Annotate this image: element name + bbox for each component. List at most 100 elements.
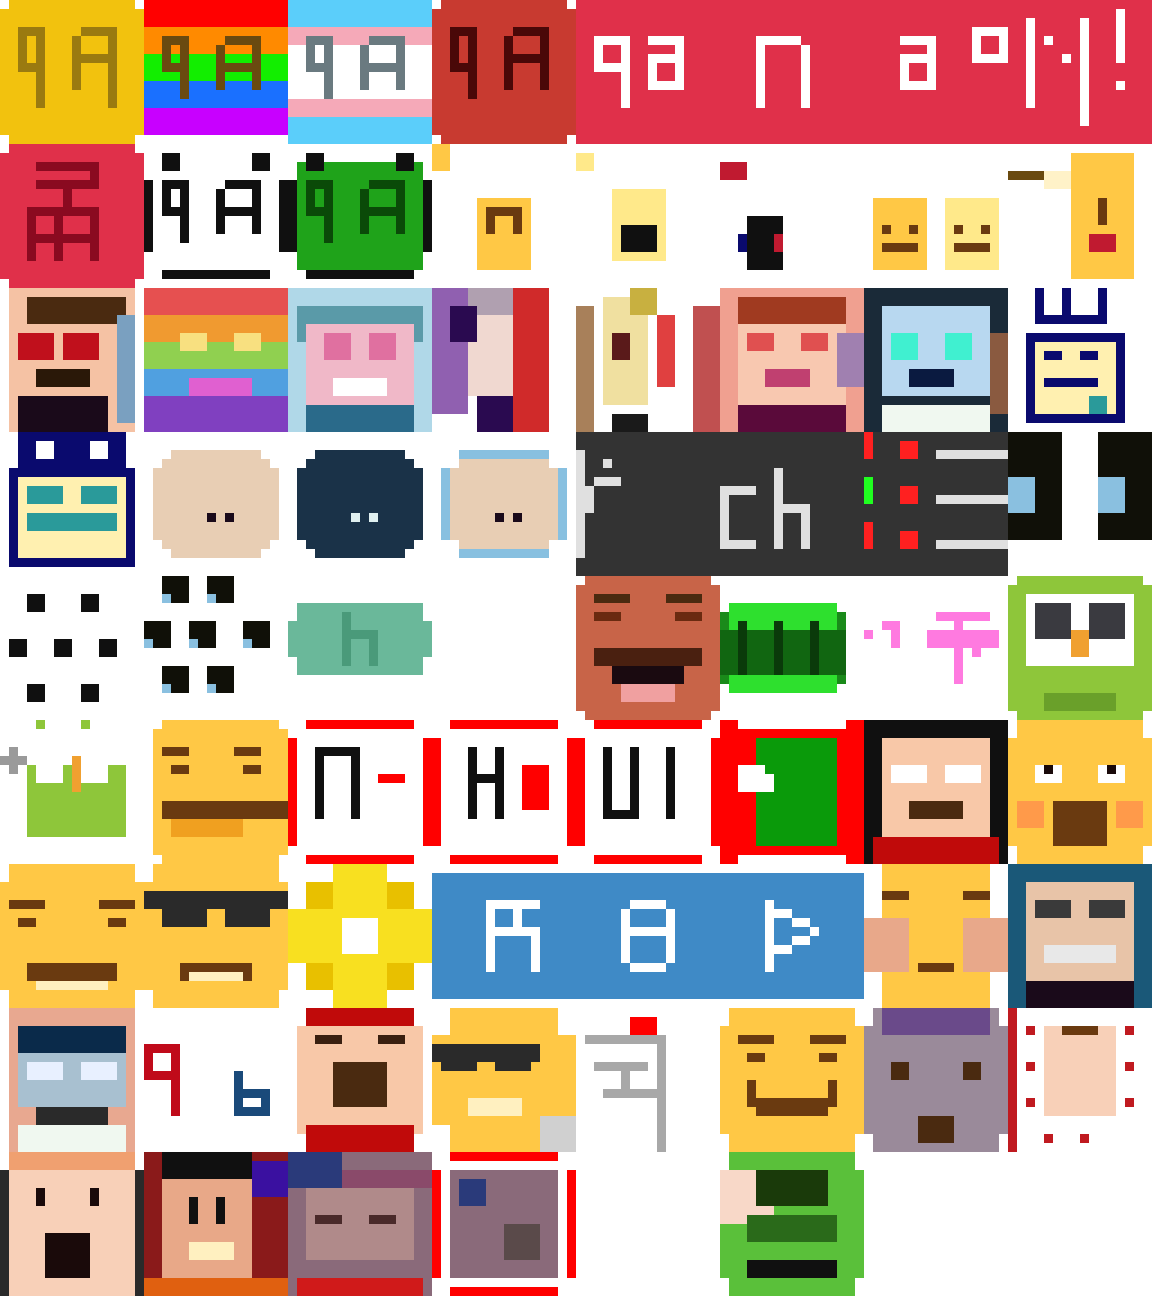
emote-beige-blob-blue[interactable] (432, 432, 576, 576)
emote-glasses-man[interactable] (1008, 864, 1152, 1008)
emote-purple-hair[interactable] (288, 1152, 432, 1296)
navy-ghost-icon (1026, 288, 1125, 423)
emote-cool[interactable] (432, 1008, 576, 1152)
yelling-face-icon (297, 1008, 423, 1152)
emote-glasses-man-2[interactable] (0, 1008, 144, 1152)
emote-red-banner-2[interactable] (432, 720, 576, 864)
shrug-face-icon (864, 864, 1008, 1008)
rainbow-face-icon (144, 288, 288, 432)
red-outline-icon (432, 720, 576, 864)
emote-angry[interactable] (0, 864, 144, 1008)
emote-red-symbol[interactable] (0, 144, 144, 288)
purple-face-icon (432, 288, 576, 432)
emote-rainbow-face[interactable] (144, 288, 288, 432)
shocked-face-icon (1008, 720, 1152, 864)
emote-dark-face[interactable] (864, 288, 1008, 432)
hair-face-icon (864, 720, 1008, 864)
blank-icon (864, 1152, 1008, 1296)
red-banner-icon (576, 0, 1152, 144)
owl-small-icon (0, 720, 126, 837)
emote-gradient-rainbow[interactable] (144, 0, 288, 144)
emote-dark-man[interactable] (144, 1152, 288, 1296)
emote-gradient-darkred[interactable] (432, 0, 576, 144)
emote-beige-blob[interactable] (144, 432, 288, 576)
emote-key-face[interactable] (864, 144, 1008, 288)
emote-sparkle[interactable] (288, 864, 432, 1008)
emote-blank[interactable] (432, 576, 576, 720)
emote-blue-dots[interactable] (144, 576, 288, 720)
dots-icon (9, 594, 117, 702)
emote-chat-banner[interactable] (864, 432, 1008, 576)
ga-letters-icon (144, 1044, 270, 1116)
chat-banner-icon (576, 432, 864, 576)
emote-red-ring[interactable] (432, 1152, 576, 1296)
emote-screaming[interactable] (0, 1152, 144, 1296)
pink-sign-icon (864, 612, 999, 684)
purple-hair-icon (288, 1152, 432, 1296)
red-outline-icon (288, 720, 432, 864)
emote-gradient-gold[interactable] (0, 0, 144, 144)
emote-blank[interactable] (576, 1152, 720, 1296)
pink-face-icon (288, 288, 432, 432)
emote-banner-red[interactable] (576, 0, 1152, 144)
sparkle-icon (288, 864, 432, 1008)
ga-rainbow-icon (144, 0, 288, 135)
emote-ga-letters[interactable] (144, 1008, 288, 1152)
emote-yelling[interactable] (288, 1008, 432, 1152)
emote-checkered[interactable] (1008, 1008, 1152, 1152)
emote-panda[interactable] (144, 144, 288, 288)
grey-symbol-icon (585, 1017, 666, 1152)
emote-mixed-face[interactable] (576, 288, 720, 432)
emote-owl-small[interactable] (0, 720, 144, 864)
emote-pink-sign[interactable] (864, 576, 1008, 720)
emote-red-banner-3[interactable] (576, 720, 720, 864)
emote-smirk[interactable] (144, 720, 288, 864)
ga-darkred-circle-icon (432, 0, 576, 144)
emote-shocked[interactable] (1008, 720, 1152, 864)
emote-gradient-trans[interactable] (288, 0, 432, 144)
emote-grey-symbol[interactable] (576, 1008, 720, 1152)
emote-red-banner-1[interactable] (288, 720, 432, 864)
emote-mustache[interactable] (576, 576, 720, 720)
emote-teal-blob[interactable] (288, 576, 432, 720)
emote-sunglasses[interactable] (144, 864, 288, 1008)
glasses-man-icon (1008, 864, 1152, 1008)
emote-green-bar[interactable] (720, 576, 864, 720)
emote-peach-face[interactable] (720, 288, 864, 432)
emote-pink-face[interactable] (288, 288, 432, 432)
ga-gold-circle-icon (0, 0, 144, 144)
emote-green-ga[interactable] (288, 144, 432, 288)
emote-dots[interactable] (0, 576, 144, 720)
dark-face-icon (864, 288, 1008, 432)
angry-face-icon (0, 864, 144, 1008)
emote-owl[interactable] (1008, 576, 1152, 720)
emote-chat-banner[interactable] (576, 432, 864, 576)
emote-hair-face[interactable] (864, 720, 1008, 864)
beige-blob-icon (153, 450, 279, 558)
emote-portrait-1[interactable] (0, 288, 144, 432)
emote-navy-ghost[interactable] (1008, 288, 1152, 432)
emote-navy-blob[interactable] (288, 432, 432, 576)
emote-key-face[interactable] (1008, 144, 1152, 288)
emote-eyes[interactable] (1008, 432, 1152, 576)
smirk-face-icon (153, 720, 288, 864)
emote-grin[interactable] (720, 1008, 864, 1152)
green-bar-icon (720, 603, 846, 693)
emote-red-green[interactable] (720, 720, 864, 864)
dark-man-icon (144, 1152, 288, 1296)
emote-green-pepe[interactable] (720, 1152, 864, 1296)
emote-blank[interactable] (864, 1152, 1008, 1296)
mixed-face-icon (576, 288, 720, 432)
emote-grey-face[interactable] (864, 1008, 1008, 1152)
owl-icon (1008, 576, 1152, 720)
emote-shrug[interactable] (864, 864, 1008, 1008)
ga-trans-flag-icon (288, 0, 432, 144)
emote-navy-ghost-2[interactable] (0, 432, 144, 576)
emote-sheet (0, 0, 1152, 1296)
green-ga-icon (288, 153, 432, 279)
emote-purple-face[interactable] (432, 288, 576, 432)
emote-blue-banner[interactable] (432, 864, 864, 1008)
grey-face-icon (864, 1008, 1008, 1152)
emote-face-row[interactable] (432, 144, 864, 288)
screaming-man-icon (0, 1152, 144, 1296)
